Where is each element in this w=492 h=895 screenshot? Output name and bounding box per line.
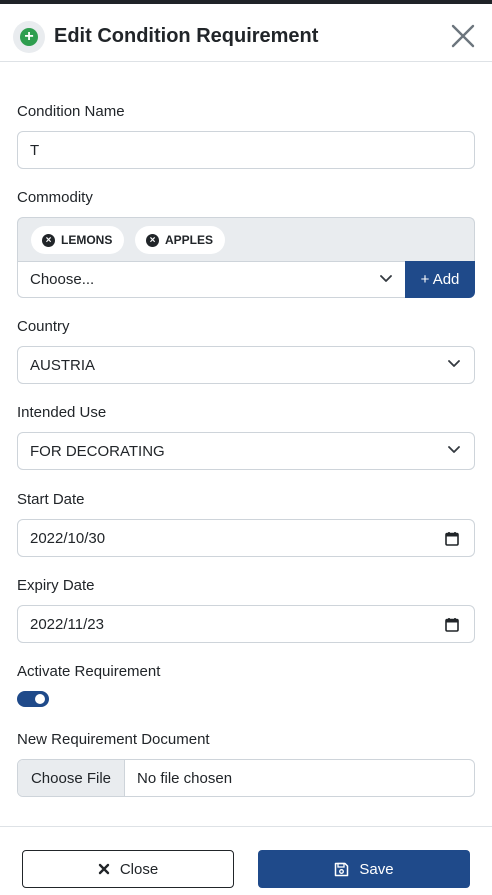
floppy-disk-icon	[334, 862, 349, 877]
calendar-icon[interactable]	[445, 531, 459, 546]
close-button[interactable]: Close	[22, 850, 234, 888]
toggle-knob	[35, 694, 45, 704]
start-date-value: 2022/10/30	[30, 529, 106, 547]
add-commodity-button[interactable]: + Add	[405, 261, 475, 298]
expiry-date-value: 2022/11/23	[30, 615, 104, 633]
expiry-date-input[interactable]: 2022/11/23	[17, 605, 475, 643]
chevron-down-icon	[448, 446, 460, 453]
commodity-tags: × LEMONS × APPLES	[17, 217, 475, 262]
requirement-document-input[interactable]: Choose File No file chosen	[17, 759, 475, 797]
commodity-select-value: Choose...	[30, 271, 95, 288]
country-select[interactable]: AUSTRIA	[17, 346, 475, 384]
close-icon[interactable]	[449, 22, 477, 50]
save-button[interactable]: Save	[258, 850, 470, 888]
calendar-icon[interactable]	[445, 617, 459, 632]
modal-header: + Edit Condition Requirement	[0, 4, 492, 62]
commodity-select-row: Choose... + Add	[17, 261, 475, 299]
remove-tag-icon[interactable]: ×	[146, 233, 159, 247]
choose-file-button[interactable]: Choose File	[18, 760, 125, 796]
close-button-label: Close	[119, 860, 159, 878]
tag-label: LEMONS	[61, 233, 113, 247]
save-button-label: Save	[359, 860, 394, 878]
country-value: AUSTRIA	[30, 356, 96, 374]
condition-name-value: T	[30, 141, 40, 159]
file-status: No file chosen	[137, 769, 233, 787]
start-date-label: Start Date	[17, 491, 85, 508]
activate-requirement-label: Activate Requirement	[17, 663, 161, 680]
requirement-document-label: New Requirement Document	[17, 731, 210, 748]
activate-requirement-toggle[interactable]	[17, 691, 49, 707]
commodity-select[interactable]: Choose...	[17, 261, 406, 298]
intended-use-label: Intended Use	[17, 404, 107, 421]
remove-tag-icon[interactable]: ×	[42, 233, 55, 247]
intended-use-value: FOR DECORATING	[30, 442, 165, 460]
intended-use-select[interactable]: FOR DECORATING	[17, 432, 475, 470]
expiry-date-label: Expiry Date	[17, 577, 95, 594]
country-label: Country	[17, 318, 70, 335]
times-icon	[98, 863, 110, 875]
condition-name-label: Condition Name	[17, 103, 125, 120]
chevron-down-icon	[380, 275, 392, 282]
modal-title: Edit Condition Requirement	[54, 25, 319, 47]
commodity-label: Commodity	[17, 189, 93, 206]
chevron-down-icon	[448, 360, 460, 367]
condition-name-input[interactable]: T	[17, 131, 475, 169]
commodity-tag-apples: × APPLES	[135, 226, 226, 254]
commodity-tag-lemons: × LEMONS	[31, 226, 125, 254]
start-date-input[interactable]: 2022/10/30	[17, 519, 475, 557]
plus-circle-icon: +	[13, 21, 45, 53]
tag-label: APPLES	[165, 233, 214, 247]
